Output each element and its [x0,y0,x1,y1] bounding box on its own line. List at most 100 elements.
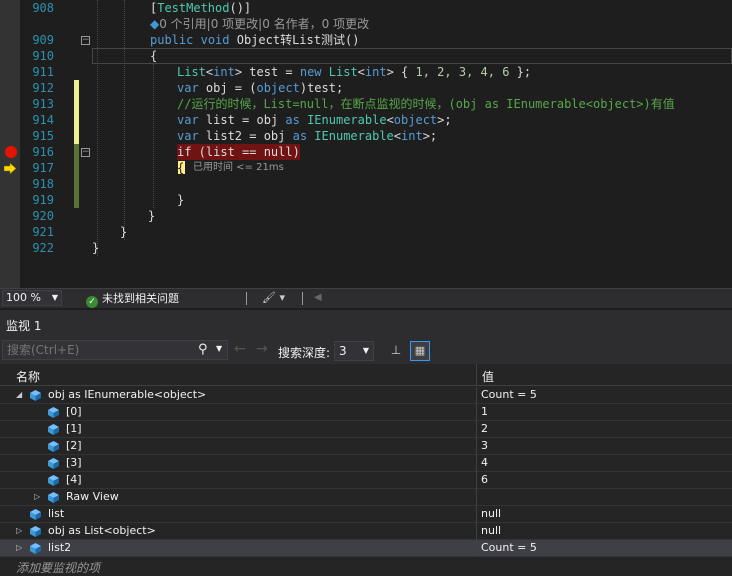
breakpoint-line-code: if (list == null) [177,144,300,160]
code-text: } [148,209,156,223]
watch-toolbar: ⚲ ▼ ← → 搜索深度: 3 ▼ ⊥ ▦ [0,338,732,364]
line-number: 916 [32,145,54,159]
watch-row-name: [1] [66,422,82,435]
column-divider [476,387,477,404]
line-number: 911 [32,65,54,79]
code-text: [TestMethod()] [150,1,252,15]
code-line: 918 [0,176,732,192]
code-line: 913 //运行的时候，List=null，在断点监视的时候，(obj as I… [0,96,732,112]
code-comment: //运行的时候，List=null，在断点监视的时候，(obj as IEnum… [177,97,675,111]
column-divider [476,421,477,438]
view-icon[interactable]: ▦ [410,341,430,361]
watch-row-name: obj as IEnumerable<object> [48,388,207,401]
watch-row[interactable]: [3] 4 [0,455,732,472]
watch-title: 监视 1 [6,319,42,333]
add-watch-row[interactable]: 添加要监视的项 [0,556,732,576]
watch-row-value[interactable]: 3 [481,439,488,452]
watch-row-name: Raw View [66,490,119,503]
perf-tip[interactable]: 已用时间 <= 21ms [193,160,284,176]
pin-icon[interactable]: ⊥ [388,342,404,358]
watch-row-value[interactable]: null [481,524,501,537]
watch-row-value[interactable]: Count = 5 [481,541,537,554]
line-number: 908 [32,1,54,15]
watch-row-name: [3] [66,456,82,469]
change-indicator [74,144,79,160]
code-cleanup-icon[interactable]: 🖌 ▾ [262,291,285,304]
watch-row-name: [0] [66,405,82,418]
watch-row-name: list [48,507,65,520]
column-divider [476,523,477,540]
column-divider [476,438,477,455]
column-divider[interactable] [476,364,477,385]
divider [302,292,303,305]
watch-row[interactable]: ▷ list2 Count = 5 [0,540,732,557]
code-text: { [150,49,158,63]
horizontal-scrollbar-left-arrow[interactable]: ◀ [314,292,322,303]
line-number: 920 [32,209,54,223]
back-arrow-icon[interactable]: ← [234,341,246,357]
cube-icon [48,441,59,452]
code-text: { [177,161,185,175]
watch-row[interactable]: [2] 3 [0,438,732,455]
search-input[interactable] [2,340,228,360]
chevron-down-icon: ▼ [362,346,369,355]
zoom-select[interactable]: 100 % ▼ [2,290,62,306]
breakpoint-icon[interactable] [5,146,17,158]
code-line: 916 − if (list == null) [0,144,732,160]
watch-grid-header: 名称 值 [0,364,732,386]
code-editor[interactable]: 908 [TestMethod()] ◆0 个引用|0 项更改|0 名作者，0 … [0,0,732,288]
watch-row-name: obj as List<object> [48,524,156,537]
watch-row-value[interactable]: 6 [481,473,488,486]
watch-row-value[interactable]: 1 [481,405,488,418]
watch-row-value[interactable]: null [481,507,501,520]
expand-arrow-icon[interactable]: ▷ [16,543,22,552]
watch-row[interactable]: ▷ Raw View [0,489,732,506]
watch-row[interactable]: [4] 6 [0,472,732,489]
column-header-value[interactable]: 值 [482,368,494,385]
code-line: 909 − public void Object转List测试() [0,32,732,48]
issues-indicator[interactable]: ✓ 未找到相关问题 [86,291,179,308]
search-icon[interactable]: ⚲ [198,342,208,357]
watch-row-value[interactable]: 2 [481,422,488,435]
current-statement-arrow-icon[interactable] [4,163,17,174]
change-indicator [74,112,79,128]
watch-row-value[interactable]: Count = 5 [481,388,537,401]
watch-row-name: [4] [66,473,82,486]
code-line: 910 { [0,48,732,64]
line-number: 912 [32,81,54,95]
watch-row[interactable]: ◢ obj as IEnumerable<object> Count = 5 [0,387,732,404]
line-number: 919 [32,193,54,207]
watch-title-bar: 监视 1 [0,310,732,338]
expand-arrow-icon[interactable]: ▷ [16,526,22,535]
line-number: 910 [32,49,54,63]
column-divider [476,472,477,489]
watch-row[interactable]: list null [0,506,732,523]
expand-arrow-icon[interactable]: ▷ [34,492,40,501]
watch-row[interactable]: ▷ obj as List<object> null [0,523,732,540]
fold-icon[interactable]: − [81,148,90,157]
column-divider [476,540,477,557]
watch-row[interactable]: [1] 2 [0,421,732,438]
forward-arrow-icon[interactable]: → [256,341,268,357]
code-text: List<int> test = new List<int> { 1, 2, 3… [177,65,532,79]
search-depth-select[interactable]: 3 ▼ [334,341,374,361]
line-number: 909 [32,33,54,47]
chevron-down-icon[interactable]: ▼ [216,344,222,353]
cube-icon [30,390,41,401]
line-number: 918 [32,177,54,191]
watch-row-value[interactable]: 4 [481,456,488,469]
codelens[interactable]: ◆0 个引用|0 项更改|0 名作者，0 项更改 [150,16,369,32]
column-divider [476,506,477,523]
code-line: 917 { 已用时间 <= 21ms [0,160,732,176]
line-number: 917 [32,161,54,175]
column-header-name[interactable]: 名称 [16,368,40,385]
fold-icon[interactable]: − [81,36,90,45]
column-divider [476,455,477,472]
line-number: 914 [32,113,54,127]
code-text: } [120,225,128,239]
cube-icon [48,407,59,418]
watch-row[interactable]: [0] 1 [0,404,732,421]
expand-arrow-icon[interactable]: ◢ [16,390,22,399]
cube-icon [30,509,41,520]
cube-icon [30,526,41,537]
